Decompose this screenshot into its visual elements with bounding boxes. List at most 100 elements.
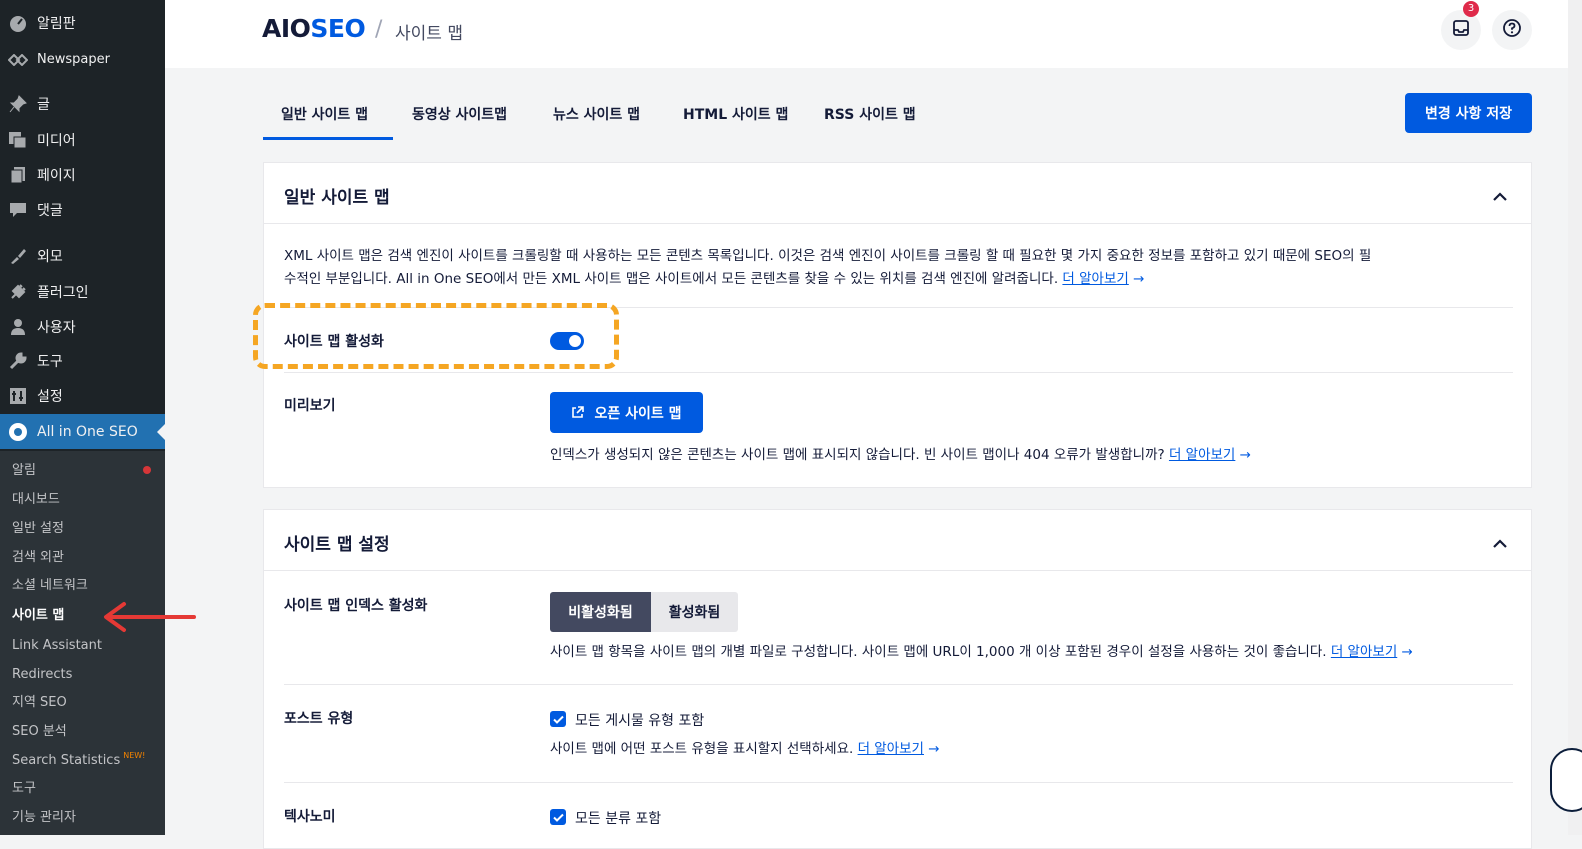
submenu-tools[interactable]: 도구 — [12, 778, 36, 800]
submenu-sitemaps[interactable]: 사이트 맵 — [12, 605, 64, 627]
users-icon — [8, 317, 28, 337]
menu-media[interactable]: 미디어 — [0, 122, 165, 157]
learn-more-link[interactable]: 더 알아보기 — [1169, 447, 1235, 463]
menu-label: 사용자 — [37, 319, 76, 336]
admin-sidebar: 알림판 Newspaper 글 미디어 페이지 댓글 외모 플러그인 사용자 도… — [0, 0, 165, 835]
submenu-redirects[interactable]: Redirects — [12, 664, 72, 686]
card-title: 일반 사이트 맵 — [284, 188, 390, 208]
learn-more-link[interactable]: 더 알아보기 — [1062, 271, 1128, 287]
index-disabled-option[interactable]: 비활성화됨 — [550, 592, 651, 632]
menu-dashboard[interactable]: 알림판 — [0, 5, 165, 40]
help-button[interactable] — [1492, 10, 1532, 50]
pages-icon — [8, 165, 28, 185]
newspaper-icon — [8, 50, 28, 70]
menu-label: 댓글 — [37, 202, 63, 219]
divider — [264, 570, 1531, 571]
button-label: 오픈 사이트 맵 — [594, 405, 682, 422]
save-changes-button[interactable]: 변경 사항 저장 — [1405, 93, 1532, 133]
include-all-taxonomies-checkbox[interactable] — [550, 809, 566, 825]
breadcrumb: 사이트 맵 — [395, 24, 463, 44]
aioseo-icon — [8, 422, 28, 442]
media-icon — [8, 130, 28, 150]
menu-label: 글 — [37, 96, 50, 113]
tab-html-sitemap[interactable]: HTML 사이트 맵 — [683, 104, 788, 124]
post-types-note: 사이트 맵에 어떤 포스트 유형을 표시할지 선택하세요. 더 알아보기 → — [550, 741, 940, 757]
submenu-feature-manager[interactable]: 기능 관리자 — [12, 807, 76, 829]
submenu-social-networks[interactable]: 소셜 네트워크 — [12, 575, 88, 597]
submenu-search-statistics[interactable]: Search Statistics NEW! — [12, 750, 145, 772]
learn-more-link[interactable]: 더 알아보기 — [1331, 644, 1397, 660]
help-icon — [1502, 18, 1522, 42]
active-tab-indicator — [263, 137, 393, 140]
menu-comments[interactable]: 댓글 — [0, 192, 165, 227]
menu-label: 알림판 — [37, 15, 76, 32]
tab-general-sitemap[interactable]: 일반 사이트 맵 — [281, 104, 368, 124]
menu-tools[interactable]: 도구 — [0, 343, 165, 378]
card-title: 사이트 맵 설정 — [284, 535, 390, 555]
menu-pages[interactable]: 페이지 — [0, 157, 165, 192]
submenu-notifications[interactable]: 알림 — [12, 460, 36, 482]
sitemap-description: XML 사이트 맵은 검색 엔진이 사이트를 크롤링할 때 사용하는 모든 콘텐… — [284, 248, 1372, 287]
menu-newspaper[interactable]: Newspaper — [0, 42, 165, 77]
open-sitemap-button[interactable]: 오픈 사이트 맵 — [550, 392, 703, 433]
breadcrumb-separator: / — [375, 17, 383, 42]
submenu-dashboard[interactable]: 대시보드 — [12, 489, 60, 511]
menu-label: All in One SEO — [37, 423, 138, 440]
tab-video-sitemap[interactable]: 동영상 사이트맵 — [412, 104, 507, 124]
notification-badge: 3 — [1463, 1, 1479, 17]
menu-appearance[interactable]: 외모 — [0, 238, 165, 273]
chevron-up-icon[interactable] — [1493, 534, 1507, 553]
aioseo-logo: AIOSEO — [262, 14, 366, 43]
divider — [284, 782, 1513, 783]
highlight-annotation — [253, 303, 619, 369]
submenu-seo-analysis[interactable]: SEO 분석 — [12, 721, 67, 743]
taxonomies-label: 텍사노미 — [284, 809, 336, 825]
menu-label: Newspaper — [37, 52, 110, 67]
tools-icon — [8, 351, 28, 371]
red-arrow-annotation — [104, 602, 196, 632]
pin-icon — [8, 94, 28, 114]
tab-news-sitemap[interactable]: 뉴스 사이트 맵 — [553, 104, 640, 124]
menu-label: 도구 — [37, 353, 63, 370]
menu-users[interactable]: 사용자 — [0, 309, 165, 344]
submenu-link-assistant[interactable]: Link Assistant — [12, 635, 102, 657]
page-scrollbar[interactable] — [1568, 0, 1582, 835]
divider — [284, 684, 1513, 685]
check-icon — [552, 715, 564, 724]
new-badge: NEW! — [123, 751, 146, 760]
menu-posts[interactable]: 글 — [0, 86, 165, 121]
top-header: AIOSEO / 사이트 맵 3 — [165, 0, 1582, 68]
inbox-icon — [1452, 19, 1470, 41]
include-all-post-types-checkbox[interactable] — [550, 711, 566, 727]
preview-label: 미리보기 — [284, 398, 336, 414]
sitemap-index-note: 사이트 맵 항목을 사이트 맵의 개별 파일로 구성합니다. 사이트 맵에 UR… — [550, 644, 1413, 660]
submenu-local-seo[interactable]: 지역 SEO — [12, 692, 67, 714]
preview-note: 인덱스가 생성되지 않은 콘텐츠는 사이트 맵에 표시되지 않습니다. 빈 사이… — [550, 447, 1251, 463]
comments-icon — [8, 200, 28, 220]
external-link-icon — [571, 406, 585, 419]
checkbox-label: 모든 게시물 유형 포함 — [575, 713, 705, 729]
index-enabled-option[interactable]: 활성화됨 — [651, 592, 738, 632]
dashboard-icon — [8, 13, 28, 33]
submenu-general-settings[interactable]: 일반 설정 — [12, 518, 64, 540]
appearance-icon — [8, 246, 28, 266]
submenu-search-appearance[interactable]: 검색 외관 — [12, 547, 64, 569]
menu-label: 미디어 — [37, 132, 76, 149]
post-types-label: 포스트 유형 — [284, 711, 354, 727]
check-icon — [552, 813, 564, 822]
sitemap-settings-card: 사이트 맵 설정 사이트 맵 인덱스 활성화 비활성화됨 활성화됨 사이트 맵 … — [263, 509, 1532, 849]
menu-aioseo[interactable]: All in One SEO — [0, 414, 165, 449]
divider — [264, 223, 1531, 224]
learn-more-link[interactable]: 더 알아보기 — [858, 741, 924, 757]
divider — [284, 372, 1513, 373]
sitemap-index-label: 사이트 맵 인덱스 활성화 — [284, 598, 428, 614]
menu-label: 설정 — [37, 388, 63, 405]
menu-settings[interactable]: 설정 — [0, 378, 165, 413]
notification-dot — [143, 466, 151, 474]
help-chat-widget[interactable] — [1550, 748, 1582, 812]
settings-icon — [8, 386, 28, 406]
menu-plugins[interactable]: 플러그인 — [0, 274, 165, 309]
chevron-up-icon[interactable] — [1493, 187, 1507, 206]
notifications-button[interactable] — [1441, 10, 1481, 50]
tab-rss-sitemap[interactable]: RSS 사이트 맵 — [824, 104, 916, 124]
